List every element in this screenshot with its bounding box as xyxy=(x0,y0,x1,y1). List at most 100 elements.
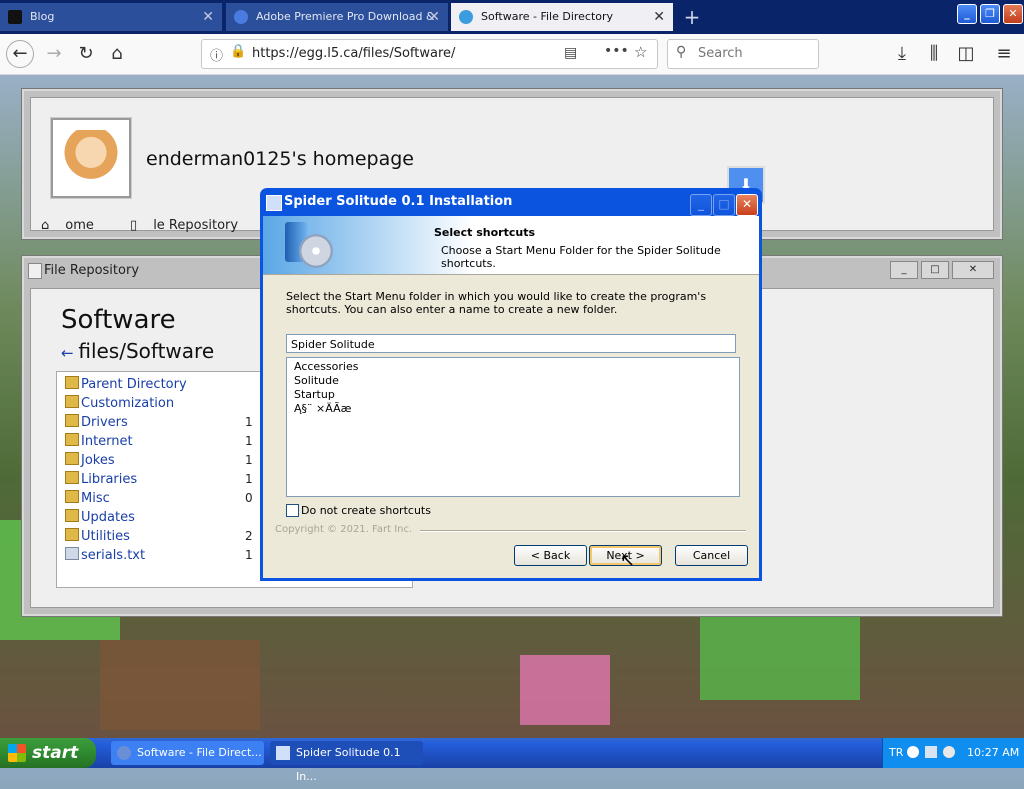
home-icon[interactable]: ⌂ xyxy=(103,40,131,68)
folder-list[interactable]: Accessories Solitude Startup Ą§¨ ×ÄÃæ xyxy=(286,357,740,497)
tab-title: Adobe Premiere Pro Download & xyxy=(256,10,435,23)
reload-icon[interactable]: ↻ xyxy=(72,40,100,68)
no-shortcuts-checkbox[interactable] xyxy=(286,504,299,517)
avatar xyxy=(51,118,131,198)
taskbar-item-installer[interactable]: Spider Solitude 0.1 In... xyxy=(270,741,423,783)
file-size: 1 xyxy=(245,415,253,429)
maximize-icon[interactable]: □ xyxy=(713,194,735,216)
taskbar-item-browser[interactable]: Software - File Direct... xyxy=(111,741,264,765)
desktop-block xyxy=(520,655,610,725)
tab-title: Blog xyxy=(30,10,55,23)
folder-icon xyxy=(65,414,79,427)
globe-icon xyxy=(459,10,473,24)
menu-icon[interactable]: ≡ xyxy=(990,40,1018,68)
disc-icon xyxy=(299,234,333,268)
minimize-icon[interactable]: _ xyxy=(957,4,977,24)
copyright-text: Copyright © 2021. Fart Inc. xyxy=(275,524,413,535)
divider xyxy=(420,530,746,532)
installer-dialog: Spider Solitude 0.1 Installation _ □ ✕ S… xyxy=(260,188,762,581)
text-file-icon xyxy=(65,547,79,560)
file-size: 0 xyxy=(245,491,253,505)
restore-icon[interactable]: ❐ xyxy=(980,4,1000,24)
folder-list-item[interactable]: Solitude xyxy=(294,374,339,387)
checkbox-label: Do not create shortcuts xyxy=(301,504,431,517)
close-icon[interactable]: ✕ xyxy=(202,3,214,31)
folder-icon xyxy=(65,471,79,484)
list-item[interactable]: Internet xyxy=(65,433,133,452)
page-actions-icon[interactable]: ••• xyxy=(604,43,629,59)
list-item[interactable]: serials.txt xyxy=(65,547,145,566)
sidebar-icon[interactable]: ◫ xyxy=(952,40,980,68)
start-button[interactable]: start xyxy=(0,738,96,768)
folder-list-item[interactable]: Accessories xyxy=(294,360,358,373)
new-tab-icon[interactable]: + xyxy=(680,4,704,30)
file-size: 2 xyxy=(245,529,253,543)
folder-list-item[interactable]: Startup xyxy=(294,388,335,401)
search-input[interactable]: ⚲ Search xyxy=(667,39,819,69)
nav-home[interactable]: ⌂ ome xyxy=(41,218,110,233)
tab-bar: Blog ✕ Adobe Premiere Pro Download & ✕ S… xyxy=(0,0,1024,34)
list-item[interactable]: Drivers xyxy=(65,414,128,433)
cancel-button[interactable]: Cancel xyxy=(675,545,748,566)
back-arrow-icon[interactable]: ← xyxy=(6,40,34,68)
windows-logo-icon xyxy=(8,744,26,762)
file-size: 1 xyxy=(245,548,253,562)
dialog-header: Select shortcuts Choose a Start Menu Fol… xyxy=(263,216,759,275)
close-icon[interactable]: ✕ xyxy=(428,3,440,31)
list-item[interactable]: Customization xyxy=(65,395,174,414)
volume-icon[interactable] xyxy=(943,746,955,758)
installer-icon xyxy=(276,746,290,760)
folder-icon xyxy=(65,509,79,522)
homepage-title: enderman0125's homepage xyxy=(146,148,414,170)
installer-icon xyxy=(266,195,282,211)
expand-tray-icon[interactable] xyxy=(907,746,919,758)
list-item[interactable]: Utilities xyxy=(65,528,130,547)
library-icon[interactable]: ⫼ xyxy=(920,40,948,68)
blog-favicon-icon xyxy=(8,10,22,24)
download-icon[interactable]: ⤓ xyxy=(888,40,916,68)
folder-list-item[interactable]: Ą§¨ ×ÄÃæ xyxy=(294,402,351,415)
close-window-icon[interactable]: ✕ xyxy=(1003,4,1023,24)
language-indicator[interactable]: TR xyxy=(889,738,903,768)
system-tray: TR 10:27 AM xyxy=(882,738,1024,768)
close-icon[interactable]: ✕ xyxy=(736,194,758,216)
start-label: start xyxy=(32,743,79,763)
maximize-icon[interactable]: □ xyxy=(921,261,949,279)
network-icon[interactable] xyxy=(925,746,937,758)
reader-view-icon[interactable]: ▤ xyxy=(564,45,577,61)
minimize-icon[interactable]: _ xyxy=(890,261,918,279)
folder-icon xyxy=(65,433,79,446)
close-icon[interactable]: ✕ xyxy=(952,261,994,279)
page-title: Software xyxy=(61,305,176,335)
folder-name-input[interactable]: Spider Solitude xyxy=(286,334,736,353)
list-item[interactable]: Updates xyxy=(65,509,135,528)
back-arrow-icon[interactable]: ← xyxy=(61,344,78,362)
info-icon[interactable]: ⓘ xyxy=(210,45,223,64)
folder-icon xyxy=(65,395,79,408)
desktop-block xyxy=(100,640,260,730)
bookmark-star-icon[interactable]: ☆ xyxy=(634,43,647,61)
globe-icon xyxy=(234,10,248,24)
header-title: Select shortcuts xyxy=(434,226,535,239)
list-item[interactable]: Misc xyxy=(65,490,110,509)
file-size: 1 xyxy=(245,453,253,467)
forward-arrow-icon[interactable]: → xyxy=(40,40,68,68)
folder-icon xyxy=(65,452,79,465)
folder-icon xyxy=(28,263,42,279)
nav-file-repository[interactable]: ▯ le Repository xyxy=(130,218,254,233)
header-subtitle: Choose a Start Menu Folder for the Spide… xyxy=(441,244,721,270)
home-icon: ⌂ xyxy=(41,218,50,233)
minimize-icon[interactable]: _ xyxy=(690,194,712,216)
back-button[interactable]: < Back xyxy=(514,545,587,566)
list-item[interactable]: Libraries xyxy=(65,471,137,490)
tab-software[interactable]: Software - File Directory ✕ xyxy=(451,3,673,31)
tab-adobe[interactable]: Adobe Premiere Pro Download & ✕ xyxy=(226,3,448,31)
close-icon[interactable]: ✕ xyxy=(653,3,665,31)
folder-icon: ▯ xyxy=(130,218,138,233)
url-bar[interactable]: ⓘ 🔒 https://egg.l5.ca/files/Software/ ▤ … xyxy=(201,39,658,69)
list-item[interactable]: Jokes xyxy=(65,452,115,471)
lock-icon: 🔒 xyxy=(230,44,247,59)
list-item[interactable]: Parent Directory xyxy=(65,376,187,395)
browser-icon xyxy=(117,746,131,760)
tab-blog[interactable]: Blog ✕ xyxy=(0,3,222,31)
